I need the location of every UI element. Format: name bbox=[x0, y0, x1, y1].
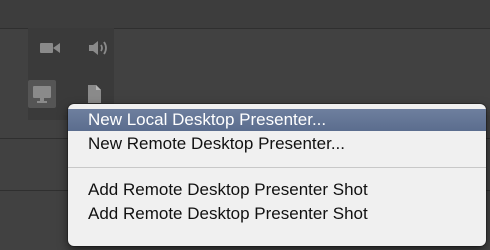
monitor-icon-glyph bbox=[33, 86, 51, 103]
document-icon-glyph bbox=[88, 85, 101, 103]
speaker-icon-glyph bbox=[89, 41, 107, 55]
menu-item-new-remote-desktop-presenter[interactable]: New Remote Desktop Presenter... bbox=[68, 133, 486, 155]
menu-item-add-remote-desktop-presenter-shot[interactable]: Add Remote Desktop Presenter Shot bbox=[68, 179, 486, 201]
top-panel-strip bbox=[0, 0, 490, 28]
menu-separator bbox=[68, 167, 486, 168]
camera-icon[interactable] bbox=[36, 34, 64, 62]
monitor-icon[interactable] bbox=[28, 80, 56, 108]
menu-item-new-local-desktop-presenter[interactable]: New Local Desktop Presenter... bbox=[68, 109, 486, 131]
camera-icon-glyph bbox=[40, 43, 60, 53]
menu-item-add-remote-desktop-presenter-shot[interactable]: Add Remote Desktop Presenter Shot bbox=[68, 203, 486, 225]
context-menu: New Local Desktop Presenter... New Remot… bbox=[68, 104, 486, 246]
speaker-icon[interactable] bbox=[84, 34, 112, 62]
